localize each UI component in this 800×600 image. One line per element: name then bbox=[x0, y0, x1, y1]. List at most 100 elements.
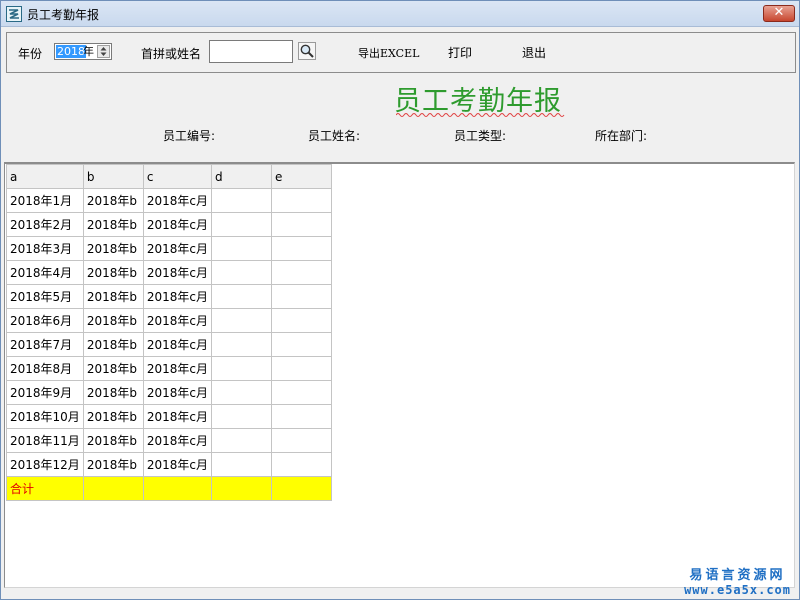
grid-cell[interactable]: 2018年c月 bbox=[142, 284, 212, 309]
grid-cell[interactable] bbox=[210, 428, 272, 453]
column-header[interactable]: c bbox=[142, 164, 212, 189]
grid-cell[interactable]: 2018年c月 bbox=[142, 308, 212, 333]
grid-cell[interactable]: 2018年5月 bbox=[6, 284, 84, 309]
column-header[interactable]: a bbox=[6, 164, 84, 189]
grid-cell[interactable] bbox=[270, 284, 332, 309]
grid-cell[interactable]: 2018年c月 bbox=[142, 260, 212, 285]
table-row[interactable]: 2018年10月 2018年b 2018年c月 bbox=[6, 404, 332, 429]
grid-cell[interactable] bbox=[270, 260, 332, 285]
table-row[interactable]: 2018年11月 2018年b 2018年c月 bbox=[6, 428, 332, 453]
table-row[interactable]: 2018年1月 2018年b 2018年c月 bbox=[6, 188, 332, 213]
grid-cell[interactable]: 2018年b bbox=[82, 428, 144, 453]
grid-cell[interactable]: 2018年b bbox=[82, 284, 144, 309]
grid-cell[interactable]: 2018年b bbox=[82, 380, 144, 405]
grid-cell[interactable]: 2018年c月 bbox=[142, 428, 212, 453]
grid-cell[interactable] bbox=[270, 332, 332, 357]
column-header[interactable]: e bbox=[270, 164, 332, 189]
grid-cell[interactable] bbox=[82, 476, 144, 501]
grid-cell[interactable]: 2018年2月 bbox=[6, 212, 84, 237]
grid-cell[interactable] bbox=[210, 476, 272, 501]
table-row[interactable]: 2018年9月 2018年b 2018年c月 bbox=[6, 380, 332, 405]
grid-cell[interactable] bbox=[210, 260, 272, 285]
grid-cell[interactable]: 2018年c月 bbox=[142, 332, 212, 357]
grid-cell[interactable] bbox=[270, 428, 332, 453]
grid-cell[interactable] bbox=[210, 236, 272, 261]
grid-cell[interactable]: 2018年c月 bbox=[142, 380, 212, 405]
grid-cell[interactable]: 2018年11月 bbox=[6, 428, 84, 453]
table-row[interactable]: 2018年12月 2018年b 2018年c月 bbox=[6, 452, 332, 477]
grid-cell[interactable]: 2018年c月 bbox=[142, 356, 212, 381]
table-row[interactable]: 2018年4月 2018年b 2018年c月 bbox=[6, 260, 332, 285]
table-row[interactable]: 2018年5月 2018年b 2018年c月 bbox=[6, 284, 332, 309]
attendance-grid-panel[interactable]: a b c d e 2018年1月 2018年b 2018年c月 2018年2月 2018年b 20… bbox=[4, 162, 795, 588]
table-row[interactable]: 2018年3月 2018年b 2018年c月 bbox=[6, 236, 332, 261]
grid-cell[interactable]: 2018年b bbox=[82, 404, 144, 429]
grid-cell[interactable]: 2018年12月 bbox=[6, 452, 84, 477]
year-suffix: 年 bbox=[83, 45, 94, 58]
grid-cell[interactable] bbox=[210, 404, 272, 429]
grid-cell[interactable]: 2018年c月 bbox=[142, 212, 212, 237]
table-row[interactable]: 2018年6月 2018年b 2018年c月 bbox=[6, 308, 332, 333]
grid-cell[interactable]: 2018年c月 bbox=[142, 452, 212, 477]
print-button[interactable]: 打印 bbox=[448, 44, 472, 61]
grid-cell[interactable]: 2018年1月 bbox=[6, 188, 84, 213]
grid-cell[interactable] bbox=[270, 212, 332, 237]
total-row[interactable]: 合计 bbox=[6, 476, 332, 501]
grid-cell[interactable]: 2018年b bbox=[82, 332, 144, 357]
grid-cell[interactable] bbox=[210, 452, 272, 477]
grid-cell[interactable]: 2018年c月 bbox=[142, 236, 212, 261]
year-spinner[interactable]: 2018 年 bbox=[54, 43, 112, 60]
watermark-line2: www.e5a5x.com bbox=[684, 583, 791, 597]
grid-cell[interactable] bbox=[142, 476, 212, 501]
grid-cell[interactable] bbox=[270, 356, 332, 381]
column-header[interactable]: d bbox=[210, 164, 272, 189]
export-excel-button[interactable]: 导出EXCEL bbox=[358, 45, 419, 61]
grid-cell[interactable] bbox=[270, 236, 332, 261]
grid-cell[interactable]: 2018年3月 bbox=[6, 236, 84, 261]
grid-cell[interactable]: 2018年b bbox=[82, 260, 144, 285]
grid-cell[interactable] bbox=[210, 188, 272, 213]
grid-cell[interactable] bbox=[270, 188, 332, 213]
grid-cell[interactable]: 2018年b bbox=[82, 212, 144, 237]
spellcheck-underline bbox=[396, 113, 565, 117]
grid-cell[interactable]: 2018年c月 bbox=[142, 404, 212, 429]
magnifier-icon[interactable] bbox=[298, 42, 316, 60]
grid-cell[interactable]: 2018年10月 bbox=[6, 404, 84, 429]
grid-cell[interactable]: 2018年c月 bbox=[142, 188, 212, 213]
grid-cell[interactable] bbox=[210, 380, 272, 405]
grid-cell[interactable] bbox=[210, 212, 272, 237]
grid-cell[interactable]: 2018年b bbox=[82, 452, 144, 477]
grid-cell[interactable]: 2018年b bbox=[82, 308, 144, 333]
grid-cell[interactable] bbox=[270, 308, 332, 333]
grid-cell[interactable]: 2018年6月 bbox=[6, 308, 84, 333]
grid-cell[interactable]: 2018年8月 bbox=[6, 356, 84, 381]
exit-button[interactable]: 退出 bbox=[522, 44, 546, 61]
column-header[interactable]: b bbox=[82, 164, 144, 189]
grid-cell[interactable]: 2018年b bbox=[82, 236, 144, 261]
grid-cell[interactable]: 2018年b bbox=[82, 188, 144, 213]
grid-cell[interactable] bbox=[270, 380, 332, 405]
emp-no-label: 员工编号: bbox=[163, 129, 216, 143]
grid-cell[interactable] bbox=[210, 284, 272, 309]
grid-cell[interactable] bbox=[270, 452, 332, 477]
spin-arrows-icon[interactable] bbox=[97, 45, 110, 58]
table-row[interactable]: 2018年7月 2018年b 2018年c月 bbox=[6, 332, 332, 357]
grid-cell[interactable] bbox=[210, 308, 272, 333]
grid-cell[interactable]: 2018年b bbox=[82, 356, 144, 381]
grid-cell[interactable]: 2018年7月 bbox=[6, 332, 84, 357]
table-row[interactable]: 2018年8月 2018年b 2018年c月 bbox=[6, 356, 332, 381]
attendance-grid[interactable]: a b c d e 2018年1月 2018年b 2018年c月 2018年2月 2018年b 20… bbox=[6, 164, 332, 501]
table-row[interactable]: 2018年2月 2018年b 2018年c月 bbox=[6, 212, 332, 237]
header-row[interactable]: abcde bbox=[6, 164, 332, 189]
grid-cell[interactable]: 2018年4月 bbox=[6, 260, 84, 285]
grid-cell[interactable]: 合计 bbox=[6, 476, 84, 501]
grid-cell[interactable] bbox=[210, 332, 272, 357]
name-search-input[interactable] bbox=[209, 40, 293, 63]
grid-cell[interactable] bbox=[270, 404, 332, 429]
grid-cell[interactable] bbox=[270, 476, 332, 501]
grid-cell[interactable]: 2018年9月 bbox=[6, 380, 84, 405]
grid-cell[interactable] bbox=[210, 356, 272, 381]
close-button[interactable]: ✕ bbox=[763, 5, 795, 22]
main-window: 员工考勤年报 ✕ 年份 2018 年 首拼或姓名 导出EXCEL 打印 退出 员… bbox=[0, 0, 800, 600]
year-value[interactable]: 2018 bbox=[56, 45, 86, 58]
